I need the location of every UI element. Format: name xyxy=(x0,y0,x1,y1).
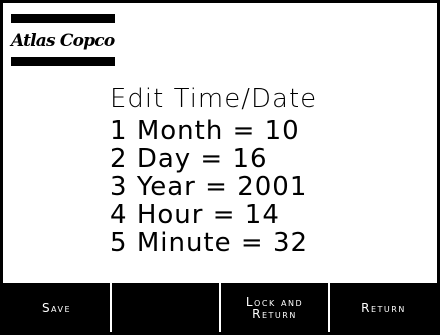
return-button[interactable]: Return xyxy=(330,283,437,332)
logo-text: Atlas Copco xyxy=(11,31,115,51)
menu-item-month[interactable]: 1 Month = 10 xyxy=(110,117,308,145)
menu-item-label: Day xyxy=(136,144,192,174)
menu-item-number: 1 xyxy=(110,116,128,146)
menu-item-label: Minute xyxy=(136,228,232,258)
menu-item-value: 16 xyxy=(232,144,268,174)
menu-item-equals: = xyxy=(200,144,224,174)
blank-softkey[interactable] xyxy=(112,283,221,332)
menu-item-number: 5 xyxy=(110,228,128,258)
menu-item-value: 14 xyxy=(244,200,280,230)
save-button-label: Save xyxy=(41,300,72,315)
logo-bottom-bar xyxy=(11,57,115,66)
menu-item-number: 2 xyxy=(110,144,128,174)
menu-item-number: 4 xyxy=(110,200,128,230)
time-date-menu: 1 Month = 10 2 Day = 16 3 Year = 2001 4 … xyxy=(110,117,308,257)
menu-item-equals: = xyxy=(240,228,264,258)
menu-item-year[interactable]: 3 Year = 2001 xyxy=(110,173,308,201)
menu-item-equals: = xyxy=(205,172,228,202)
menu-item-label: Hour xyxy=(136,200,204,230)
lock-and-return-label-line1: Lock and xyxy=(245,294,304,309)
softkey-bar: Save Lock and Return Return xyxy=(3,283,437,332)
menu-item-label: Year xyxy=(136,172,196,202)
lock-and-return-label-line2: Return xyxy=(252,306,297,321)
menu-item-number: 3 xyxy=(110,172,128,202)
menu-item-value: 10 xyxy=(264,116,300,146)
menu-item-minute[interactable]: 5 Minute = 32 xyxy=(110,229,308,257)
atlas-copco-logo: Atlas Copco xyxy=(11,14,115,66)
menu-item-equals: = xyxy=(212,200,236,230)
return-button-label: Return xyxy=(361,300,406,315)
menu-item-label: Month xyxy=(136,116,224,146)
menu-item-equals: = xyxy=(232,116,256,146)
logo-top-bar xyxy=(11,14,115,23)
menu-item-value: 32 xyxy=(272,228,309,258)
menu-item-value: 2001 xyxy=(237,172,308,202)
menu-item-day[interactable]: 2 Day = 16 xyxy=(110,145,308,173)
lock-and-return-button[interactable]: Lock and Return xyxy=(221,283,330,332)
save-button[interactable]: Save xyxy=(3,283,112,332)
menu-item-hour[interactable]: 4 Hour = 14 xyxy=(110,201,308,229)
page-title: Edit Time/Date xyxy=(110,84,318,114)
